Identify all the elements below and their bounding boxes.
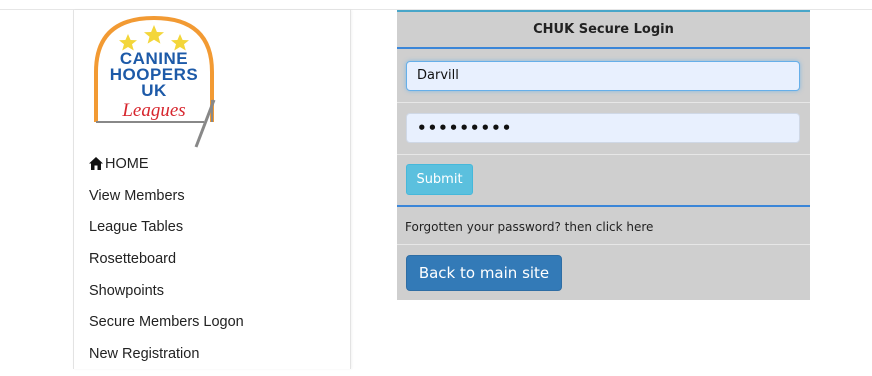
nav-item-new-registration[interactable]: New Registration [89,344,244,376]
submit-button[interactable]: Submit [406,164,473,195]
row-divider [397,244,810,245]
logo-text-uk: UK [141,81,167,100]
login-panel: CHUK Secure Login Darvill ••••••••• Subm… [397,10,810,300]
login-title: CHUK Secure Login [533,22,674,37]
nav-item-showpoints[interactable]: Showpoints [89,281,244,313]
back-to-main-site-button[interactable]: Back to main site [406,255,562,291]
nav-item-rosetteboard[interactable]: Rosetteboard [89,249,244,281]
nav-item-league-tables[interactable]: League Tables [89,217,244,249]
title-divider [397,47,810,49]
nav-item-view-members[interactable]: View Members [89,186,244,218]
row-divider [397,154,810,155]
password-input[interactable]: ••••••••• [406,113,800,143]
section-divider [397,205,810,207]
nav-item-home[interactable]: HOME [89,154,244,186]
sidebar-nav: HOME View Members League Tables Rosetteb… [89,154,244,376]
row-divider [397,102,810,103]
home-icon [89,156,103,176]
nav-label-home: HOME [105,156,149,172]
username-input[interactable]: Darvill [406,61,800,91]
sidebar: CANINE HOOPERS UK Leagues HOME View Memb… [73,10,351,369]
forgot-password-link[interactable]: Forgotten your password? then click here [405,215,653,239]
nav-item-secure-members-logon[interactable]: Secure Members Logon [89,312,244,344]
logo-text-leagues: Leagues [122,100,186,121]
canine-hoopers-logo[interactable]: CANINE HOOPERS UK Leagues [86,14,236,154]
